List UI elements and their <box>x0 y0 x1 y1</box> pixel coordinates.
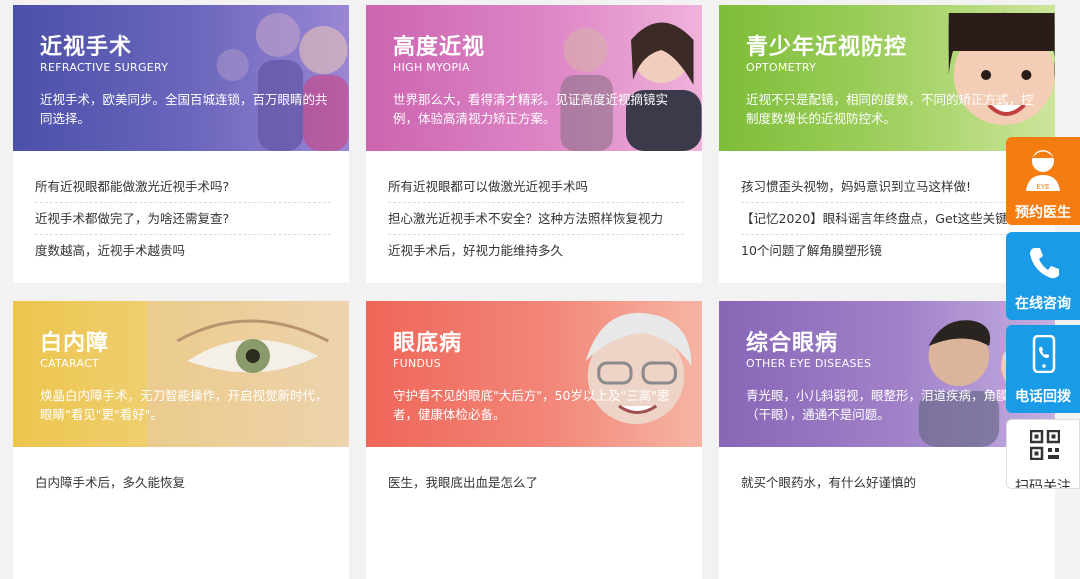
card-banner[interactable]: 白内障 CATARACT 焕晶白内障手术，无刀智能操作，开启视觉新时代，眼睛"看… <box>13 301 349 447</box>
card-fundus: 眼底病 FUNDUS 守护看不见的眼底"大后方"，50岁以上及"三高"患者，健康… <box>366 301 702 579</box>
card-banner[interactable]: 综合眼病 OTHER EYE DISEASES 青光眼，小儿斜弱视，眼整形，泪道… <box>719 301 1055 447</box>
card-description: 近视不只是配镜，相同的度数，不同的矫正方式，控制度数增长的近视防控术。 <box>746 92 1034 126</box>
card-title: 青少年近视防控 <box>746 35 908 60</box>
article-link[interactable]: 近视手术都做完了，为啥还需复查? <box>35 203 331 235</box>
article-list: 孩习惯歪头视物，妈妈意识到立马这样做! 【记忆2020】眼科谣言年终盘点，Get… <box>719 151 1055 267</box>
card-banner[interactable]: 近视手术 REFRACTIVE SURGERY 近视手术，欧美同步。全国百城连锁… <box>13 5 349 151</box>
card-banner[interactable]: 高度近视 HIGH MYOPIA 世界那么大，看得清才精彩。见证高度近视摘镜实例… <box>366 5 702 151</box>
card-subtitle: FUNDUS <box>393 357 441 370</box>
card-description: 世界那么大，看得清才精彩。见证高度近视摘镜实例，体验高清视力矫正方案。 <box>393 92 669 126</box>
card-cataract: 白内障 CATARACT 焕晶白内障手术，无刀智能操作，开启视觉新时代，眼睛"看… <box>13 301 349 579</box>
card-title: 综合眼病 <box>746 331 839 356</box>
article-list: 所有近视眼都可以做激光近视手术吗 担心激光近视手术不安全？这种方法照样恢复视力 … <box>366 151 702 267</box>
article-link[interactable]: 医生，我眼底出血是怎么了 <box>388 467 684 499</box>
card-subtitle: HIGH MYOPIA <box>393 61 470 74</box>
qr-code-icon <box>1030 430 1060 460</box>
card-subtitle: OTHER EYE DISEASES <box>746 357 872 370</box>
child-photo <box>949 12 1055 125</box>
phone-icon <box>1030 248 1059 279</box>
card-high-myopia: 高度近视 HIGH MYOPIA 世界那么大，看得清才精彩。见证高度近视摘镜实例… <box>366 5 702 283</box>
svg-text:EYE: EYE <box>1036 183 1049 191</box>
card-subtitle: OPTOMETRY <box>746 61 817 74</box>
article-list: 白内障手术后，多久能恢复 <box>13 447 349 499</box>
article-link[interactable]: 【记忆2020】眼科谣言年终盘点，Get这些关键... <box>741 203 1037 235</box>
eye-closeup-photo <box>147 301 349 447</box>
callback-label: 电话回拨 <box>1015 389 1071 405</box>
book-doctor-button[interactable]: EYE 预约医生 <box>1006 137 1080 225</box>
mobile-phone-icon <box>1032 335 1056 373</box>
article-link[interactable]: 近视手术后，好视力能维持多久 <box>388 235 684 267</box>
article-link[interactable]: 白内障手术后，多久能恢复 <box>35 467 331 499</box>
article-link[interactable]: 所有近视眼都可以做激光近视手术吗 <box>388 171 684 203</box>
card-description: 青光眼，小儿斜弱视，眼整形，泪道疾病，角膜眼表（干眼），通通不是问题。 <box>746 388 1034 422</box>
card-description: 守护看不见的眼底"大后方"，50岁以上及"三高"患者，健康体检必备。 <box>393 388 670 422</box>
article-link[interactable]: 度数越高，近视手术越贵吗 <box>35 235 331 267</box>
qr-follow-label: 扫码关注 <box>1015 479 1071 489</box>
people-photo <box>560 22 702 151</box>
card-description: 焕晶白内障手术，无刀智能操作，开启视觉新时代，眼睛"看见"更"看好"。 <box>40 388 328 422</box>
article-link[interactable]: 所有近视眼都能做激光近视手术吗? <box>35 171 331 203</box>
article-list: 就买个眼药水，有什么好谨慎的 <box>719 447 1055 499</box>
card-title: 眼底病 <box>393 331 463 356</box>
card-description: 近视手术，欧美同步。全国百城连锁，百万眼睛的共同选择。 <box>40 92 328 126</box>
book-doctor-label: 预约医生 <box>1015 205 1071 221</box>
online-consult-label: 在线咨询 <box>1015 296 1071 312</box>
callback-button[interactable]: 电话回拨 <box>1006 325 1080 413</box>
card-title: 高度近视 <box>393 35 486 60</box>
article-list: 所有近视眼都能做激光近视手术吗? 近视手术都做完了，为啥还需复查? 度数越高，近… <box>13 151 349 267</box>
card-optometry: 青少年近视防控 OPTOMETRY 近视不只是配镜，相同的度数，不同的矫正方式，… <box>719 5 1055 283</box>
card-title: 白内障 <box>40 331 110 356</box>
article-link[interactable]: 10个问题了解角膜塑形镜 <box>741 235 1037 267</box>
doctor-icon: EYE <box>1026 150 1060 191</box>
card-refractive-surgery: 近视手术 REFRACTIVE SURGERY 近视手术，欧美同步。全国百城连锁… <box>13 5 349 283</box>
qr-follow-button[interactable]: 扫码关注 <box>1006 419 1080 489</box>
article-link[interactable]: 担心激光近视手术不安全？这种方法照样恢复视力 <box>388 203 684 235</box>
card-title: 近视手术 <box>40 35 133 60</box>
article-link[interactable]: 就买个眼药水，有什么好谨慎的 <box>741 467 1037 499</box>
card-other-eye-diseases: 综合眼病 OTHER EYE DISEASES 青光眼，小儿斜弱视，眼整形，泪道… <box>719 301 1055 579</box>
online-consult-button[interactable]: 在线咨询 <box>1006 232 1080 320</box>
card-subtitle: CATARACT <box>40 357 100 370</box>
card-banner[interactable]: 青少年近视防控 OPTOMETRY 近视不只是配镜，相同的度数，不同的矫正方式，… <box>719 5 1055 151</box>
elderly-photo <box>586 312 692 424</box>
card-subtitle: REFRACTIVE SURGERY <box>40 61 169 74</box>
article-list: 医生，我眼底出血是怎么了 <box>366 447 702 499</box>
people-photo <box>216 13 349 151</box>
card-banner[interactable]: 眼底病 FUNDUS 守护看不见的眼底"大后方"，50岁以上及"三高"患者，健康… <box>366 301 702 447</box>
article-link[interactable]: 孩习惯歪头视物，妈妈意识到立马这样做! <box>741 171 1037 203</box>
